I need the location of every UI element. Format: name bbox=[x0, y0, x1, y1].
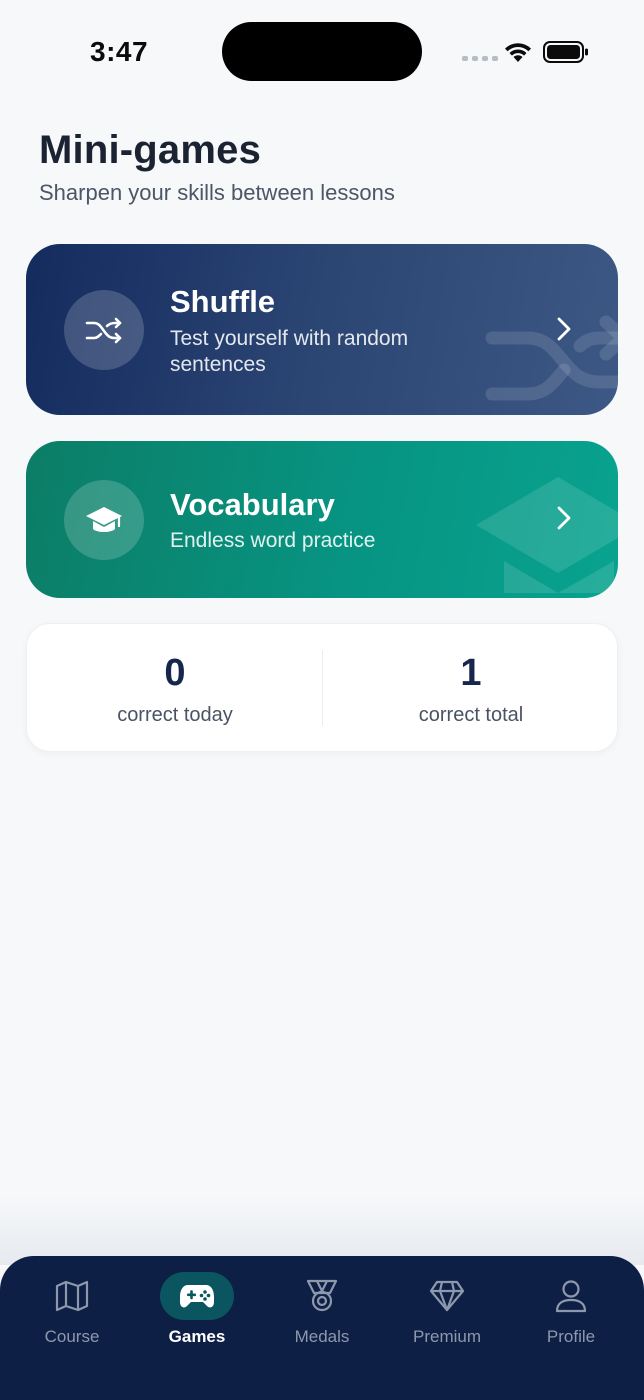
nav-shadow bbox=[0, 1195, 644, 1265]
tab-icon-wrap bbox=[35, 1272, 109, 1320]
graduation-cap-icon bbox=[86, 507, 122, 532]
shuffle-watermark-icon bbox=[485, 315, 618, 401]
shuffle-title: Shuffle bbox=[170, 284, 276, 319]
tab-games[interactable]: Games bbox=[137, 1256, 257, 1366]
bottom-tab-bar: Course Games Medals Premium Profile bbox=[0, 1256, 644, 1400]
page-subtitle: Sharpen your skills between lessons bbox=[39, 180, 395, 205]
vocabulary-game-card[interactable]: Vocabulary Endless word practice bbox=[26, 441, 618, 598]
user-icon bbox=[555, 1280, 587, 1313]
chevron-right-icon bbox=[557, 506, 571, 530]
tab-icon-wrap bbox=[534, 1272, 608, 1320]
stat-label: correct today bbox=[117, 704, 233, 726]
battery-icon bbox=[543, 41, 588, 63]
graduation-cap-icon-badge bbox=[64, 480, 144, 560]
vocabulary-title: Vocabulary bbox=[170, 487, 335, 522]
shuffle-icon-badge bbox=[64, 290, 144, 370]
stat-correct-total: 1 correct total bbox=[323, 624, 619, 753]
shuffle-icon bbox=[85, 317, 122, 344]
stats-panel: 0 correct today 1 correct total bbox=[26, 623, 618, 752]
tab-label: Games bbox=[168, 1327, 226, 1346]
map-icon bbox=[55, 1280, 89, 1312]
tab-course[interactable]: Course bbox=[12, 1256, 132, 1366]
tab-premium[interactable]: Premium bbox=[387, 1256, 507, 1366]
wifi-icon bbox=[505, 43, 531, 62]
chevron-right-icon bbox=[557, 317, 571, 341]
cellular-signal-icon bbox=[462, 56, 498, 61]
tab-label: Premium bbox=[412, 1327, 481, 1346]
tab-label: Medals bbox=[294, 1327, 350, 1346]
status-time: 3:47 bbox=[90, 36, 149, 67]
graduation-cap-watermark-icon bbox=[476, 477, 618, 593]
medal-icon bbox=[306, 1279, 338, 1312]
stat-label: correct total bbox=[418, 704, 524, 726]
stat-value: 0 bbox=[164, 652, 186, 694]
gamepad-icon bbox=[180, 1285, 214, 1308]
status-bar: 3:47 bbox=[0, 0, 644, 100]
tab-icon-wrap bbox=[160, 1272, 234, 1320]
vocabulary-description: Endless word practice bbox=[170, 529, 376, 552]
diamond-icon bbox=[429, 1280, 465, 1312]
shuffle-game-card[interactable]: Shuffle Test yourself with random senten… bbox=[26, 244, 618, 415]
stat-value: 1 bbox=[460, 652, 482, 694]
tab-label: Profile bbox=[546, 1327, 596, 1346]
tab-label: Course bbox=[44, 1327, 100, 1346]
stat-correct-today: 0 correct today bbox=[27, 624, 323, 753]
tab-medals[interactable]: Medals bbox=[262, 1256, 382, 1366]
tab-icon-wrap bbox=[285, 1272, 359, 1320]
dynamic-island bbox=[222, 22, 422, 81]
tab-profile[interactable]: Profile bbox=[511, 1256, 631, 1366]
shuffle-description: Test yourself with random sentences bbox=[170, 327, 409, 376]
page-title: Mini-games bbox=[39, 128, 262, 172]
tab-icon-wrap bbox=[410, 1272, 484, 1320]
